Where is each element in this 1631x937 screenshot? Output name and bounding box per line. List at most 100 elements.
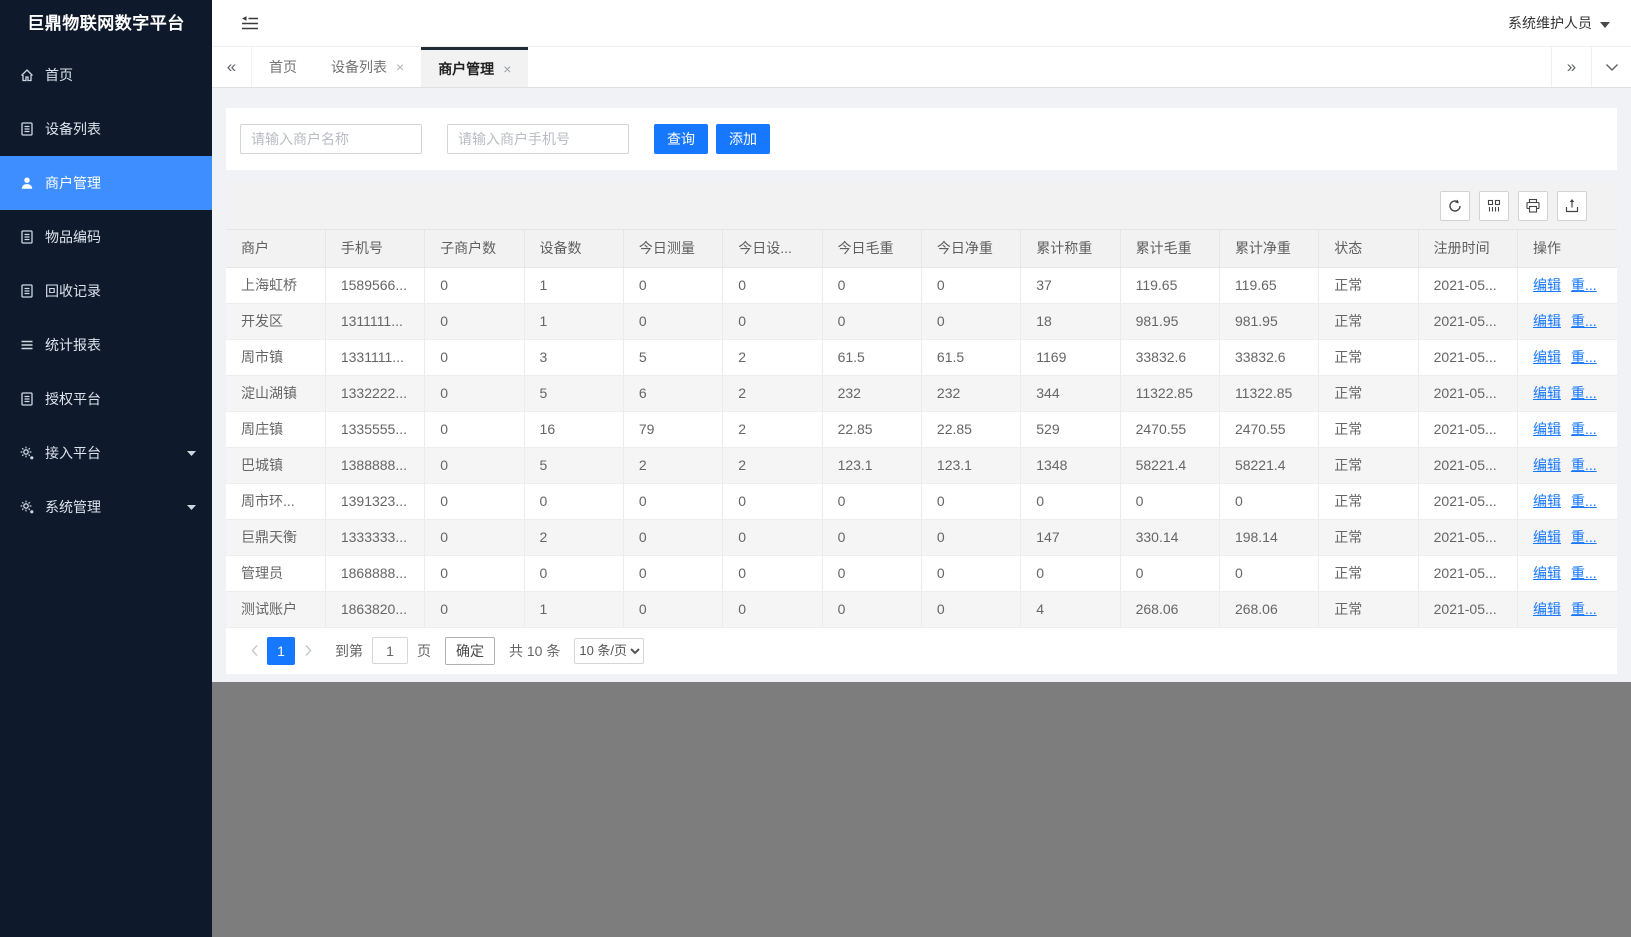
reset-link[interactable]: 重...: [1571, 277, 1597, 293]
edit-link[interactable]: 编辑: [1533, 601, 1561, 617]
table-cell: 37: [1021, 267, 1120, 303]
table-cell-ops: 编辑重...: [1517, 591, 1617, 627]
sidebar-item-home[interactable]: 首页: [0, 48, 212, 102]
page-size-select[interactable]: 10 条/页: [574, 638, 644, 664]
reset-link[interactable]: 重...: [1571, 565, 1597, 581]
table-cell: 管理员: [226, 555, 325, 591]
edit-link[interactable]: 编辑: [1533, 565, 1561, 581]
confirm-button[interactable]: 确定: [445, 637, 495, 665]
table-cell: 0: [1021, 555, 1120, 591]
edit-link[interactable]: 编辑: [1533, 313, 1561, 329]
edit-link[interactable]: 编辑: [1533, 457, 1561, 473]
sidebar-item-label: 接入平台: [45, 443, 101, 463]
tabs-scroll-right-icon[interactable]: »: [1551, 47, 1591, 87]
edit-link[interactable]: 编辑: [1533, 421, 1561, 437]
reset-link[interactable]: 重...: [1571, 421, 1597, 437]
sidebar-item-auth-platform[interactable]: 授权平台: [0, 372, 212, 426]
export-icon: [1564, 198, 1580, 214]
refresh-icon: [1447, 198, 1463, 214]
sidebar-item-recycle-records[interactable]: 回收记录: [0, 264, 212, 318]
table-cell: 79: [623, 411, 722, 447]
caret-down-icon: [1600, 15, 1610, 31]
table-cell: 1333333...: [325, 519, 424, 555]
columns-button[interactable]: [1479, 191, 1509, 221]
table-cell: 0: [425, 375, 524, 411]
table-cell: 981.95: [1219, 303, 1318, 339]
table-cell: 11322.85: [1120, 375, 1219, 411]
reset-link[interactable]: 重...: [1571, 493, 1597, 509]
main-area: 系统维护人员 « 首页 设备列表 × 商户管理 × »: [212, 0, 1631, 937]
table-cell: 0: [723, 483, 822, 519]
print-button[interactable]: [1518, 191, 1548, 221]
sidebar-item-system-mgmt[interactable]: 系统管理: [0, 480, 212, 534]
gear-icon: [19, 499, 35, 515]
total-count: 共 10 条: [509, 641, 560, 661]
merchant-phone-input[interactable]: [447, 124, 629, 154]
edit-link[interactable]: 编辑: [1533, 277, 1561, 293]
edit-link[interactable]: 编辑: [1533, 385, 1561, 401]
pagination-bar: 1 到第 页 确定 共 10 条 10 条/页: [226, 628, 1617, 674]
collapse-sidebar-icon[interactable]: [241, 16, 259, 31]
refresh-button[interactable]: [1440, 191, 1470, 221]
add-button[interactable]: 添加: [716, 124, 770, 154]
edit-link[interactable]: 编辑: [1533, 349, 1561, 365]
tabs-menu-chevron-icon[interactable]: [1591, 47, 1631, 87]
gear-icon: [19, 445, 35, 461]
reset-link[interactable]: 重...: [1571, 349, 1597, 365]
user-menu[interactable]: 系统维护人员: [1508, 13, 1610, 33]
export-button[interactable]: [1557, 191, 1587, 221]
prev-page-icon[interactable]: [241, 644, 267, 657]
table-cell: 0: [1120, 555, 1219, 591]
tab-merchant-mgmt[interactable]: 商户管理 ×: [421, 47, 528, 87]
table-cell: 2470.55: [1219, 411, 1318, 447]
merchant-name-input[interactable]: [240, 124, 422, 154]
reset-link[interactable]: 重...: [1571, 529, 1597, 545]
sidebar-item-label: 商户管理: [45, 173, 101, 193]
table-cell: 6: [623, 375, 722, 411]
table-cell: 1331111...: [325, 339, 424, 375]
sidebar-item-item-code[interactable]: 物品编码: [0, 210, 212, 264]
column-header: 操作: [1517, 230, 1617, 267]
sidebar-item-merchant-mgmt[interactable]: 商户管理: [0, 156, 212, 210]
edit-link[interactable]: 编辑: [1533, 529, 1561, 545]
table-cell: 0: [425, 339, 524, 375]
table-cell: 330.14: [1120, 519, 1219, 555]
close-icon[interactable]: ×: [503, 61, 511, 77]
table-cell: 0: [723, 519, 822, 555]
goto-page-input[interactable]: [372, 637, 408, 664]
table-cell: 22.85: [921, 411, 1020, 447]
table-cell: 1388888...: [325, 447, 424, 483]
table-cell: 11322.85: [1219, 375, 1318, 411]
table-cell: 正常: [1319, 339, 1418, 375]
sidebar-item-device-list[interactable]: 设备列表: [0, 102, 212, 156]
next-page-icon[interactable]: [295, 644, 321, 657]
table-cell: 上海虹桥: [226, 267, 325, 303]
column-header: 手机号: [325, 230, 424, 267]
table-cell: 0: [623, 267, 722, 303]
reset-link[interactable]: 重...: [1571, 313, 1597, 329]
table-row: 测试账户1863820...0100004268.06268.06正常2021-…: [226, 591, 1617, 627]
reset-link[interactable]: 重...: [1571, 385, 1597, 401]
tab-device-list[interactable]: 设备列表 ×: [314, 47, 421, 87]
table-cell: 0: [623, 303, 722, 339]
table-cell: 22.85: [822, 411, 921, 447]
topbar: 系统维护人员: [212, 0, 1631, 47]
edit-link[interactable]: 编辑: [1533, 493, 1561, 509]
sidebar-item-access-platform[interactable]: 接入平台: [0, 426, 212, 480]
reset-link[interactable]: 重...: [1571, 601, 1597, 617]
sidebar-item-stats-report[interactable]: 统计报表: [0, 318, 212, 372]
table-cell: 0: [623, 483, 722, 519]
reset-link[interactable]: 重...: [1571, 457, 1597, 473]
table-cell-ops: 编辑重...: [1517, 483, 1617, 519]
table-cell: 0: [822, 519, 921, 555]
tab-home[interactable]: 首页: [252, 47, 314, 87]
page-number-current[interactable]: 1: [267, 637, 295, 665]
tabs-scroll-left-icon[interactable]: «: [212, 47, 252, 87]
table-cell: 0: [723, 591, 822, 627]
close-icon[interactable]: ×: [396, 59, 404, 75]
table-cell: 3: [524, 339, 623, 375]
table-cell: 巨鼎天衡: [226, 519, 325, 555]
table-cell: 5: [524, 447, 623, 483]
query-button[interactable]: 查询: [654, 124, 708, 154]
search-panel: 查询 添加: [226, 108, 1617, 170]
